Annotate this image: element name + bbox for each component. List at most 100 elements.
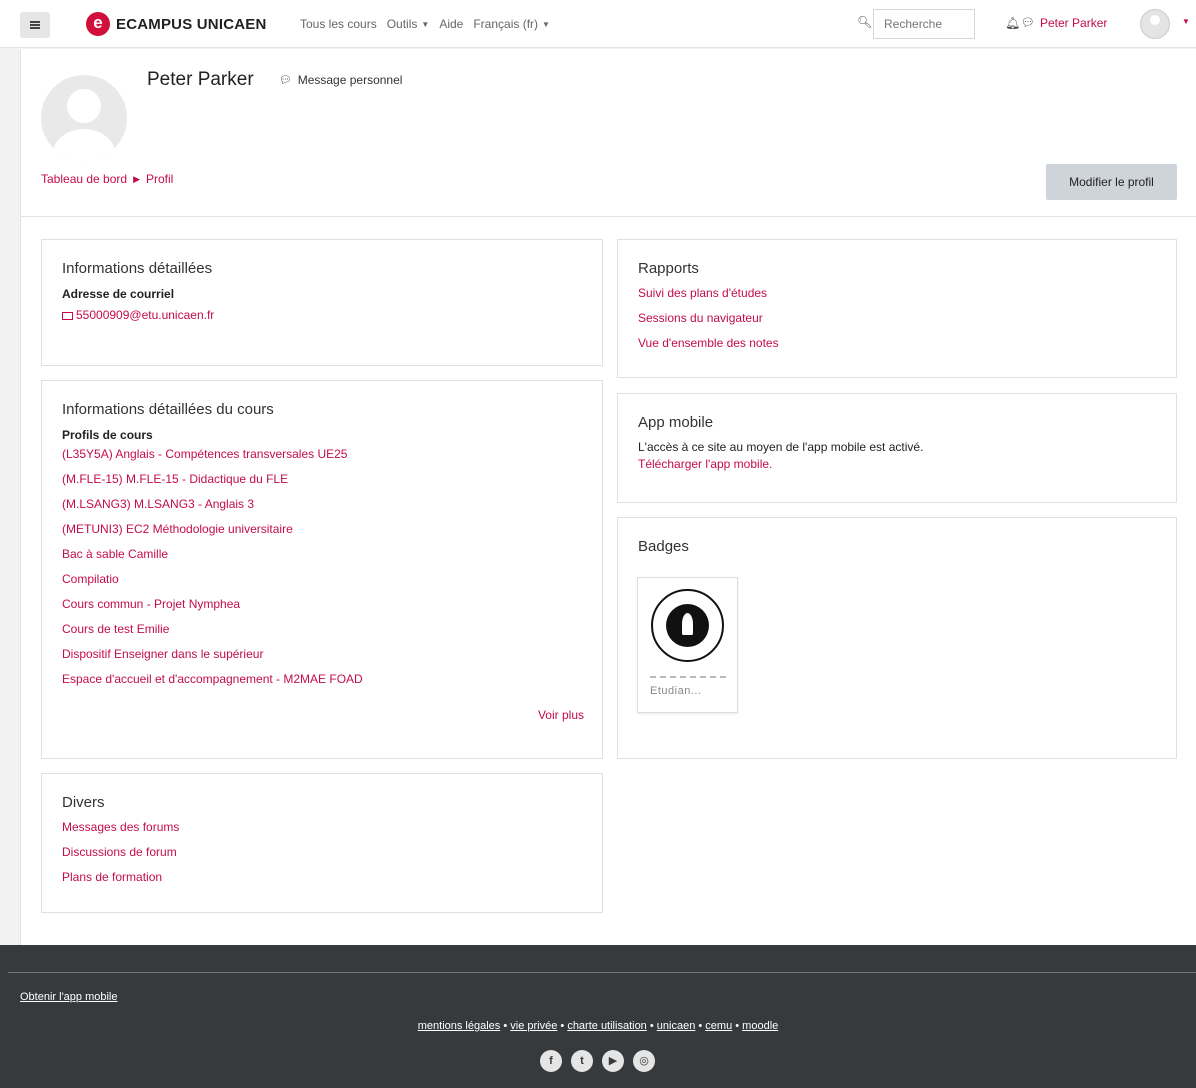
list-item: (M.LSANG3) M.LSANG3 - Anglais 3 <box>62 492 582 517</box>
personal-message-link[interactable]: 💬︎ Message personnel <box>279 73 402 87</box>
ecampus-logo-icon: e <box>86 12 110 36</box>
breadcrumb-profile[interactable]: Profil <box>146 172 173 186</box>
badges-card: Badges Etudian... <box>617 517 1177 759</box>
list-item: Bac à sable Camille <box>62 542 582 567</box>
privacy-link[interactable]: vie privée <box>510 1020 557 1032</box>
profile-name: Peter Parker <box>147 69 254 90</box>
reports-list: Suivi des plans d'études Sessions du nav… <box>638 281 1156 356</box>
reports-title: Rapports <box>638 260 699 277</box>
chat-bubble-icon: 💬︎ <box>279 74 292 86</box>
youtube-icon[interactable]: ▶ <box>602 1050 624 1072</box>
list-item: Vue d'ensemble des notes <box>638 331 1156 356</box>
course-details-title: Informations détaillées du cours <box>62 401 274 418</box>
hamburger-icon <box>30 24 40 26</box>
course-link[interactable]: Cours commun - Projet Nymphea <box>62 597 240 611</box>
course-details-card: Informations détaillées du cours Profils… <box>41 380 603 759</box>
study-plans-link[interactable]: Suivi des plans d'études <box>638 286 767 300</box>
mobile-app-card: App mobile L'accès à ce site au moyen de… <box>617 393 1177 503</box>
reports-card: Rapports Suivi des plans d'études Sessio… <box>617 239 1177 378</box>
user-avatar[interactable] <box>1140 9 1170 39</box>
list-item: Messages des forums <box>62 815 582 840</box>
list-item: Cours de test Emilie <box>62 617 582 642</box>
course-profiles-label: Profils de cours <box>62 428 153 442</box>
edit-profile-button[interactable]: Modifier le profil <box>1046 164 1177 200</box>
rocket-badge-icon <box>651 589 724 662</box>
user-menu-name[interactable]: Peter Parker <box>1040 16 1107 30</box>
chat-bubble-icon[interactable]: 💬︎ <box>1021 16 1035 29</box>
twitter-icon[interactable]: t <box>571 1050 593 1072</box>
grades-overview-link[interactable]: Vue d'ensemble des notes <box>638 336 779 350</box>
moodle-link[interactable]: moodle <box>742 1020 778 1032</box>
footer-links: mentions légales • vie privée • charte u… <box>417 1020 779 1032</box>
details-card: Informations détaillées Adresse de courr… <box>41 239 603 366</box>
list-item: Compilatio <box>62 567 582 592</box>
profile-avatar <box>41 75 127 161</box>
misc-list: Messages des forums Discussions de forum… <box>62 815 582 890</box>
course-link[interactable]: Espace d'accueil et d'accompagnement - M… <box>62 672 363 686</box>
breadcrumb: Tableau de bord ▶ Profil <box>41 172 173 186</box>
details-title: Informations détaillées <box>62 260 213 277</box>
facebook-icon[interactable]: f <box>540 1050 562 1072</box>
list-item: (METUNI3) EC2 Méthodologie universitaire <box>62 517 582 542</box>
browser-sessions-link[interactable]: Sessions du navigateur <box>638 311 763 325</box>
badge-caption: Etudian... <box>650 685 702 697</box>
nav-item-all-courses[interactable]: Tous les cours <box>300 17 377 31</box>
search-icon[interactable]: 🔍︎ <box>857 15 872 29</box>
list-item: Suivi des plans d'études <box>638 281 1156 306</box>
nav-menu: Tous les cours Outils ▼ Aide Français (fr… <box>300 17 550 31</box>
course-link[interactable]: Compilatio <box>62 572 119 586</box>
breadcrumb-arrow-icon: ▶ <box>133 173 140 184</box>
list-item: Sessions du navigateur <box>638 306 1156 331</box>
learning-plans-link[interactable]: Plans de formation <box>62 870 162 884</box>
unicaen-link[interactable]: unicaen <box>657 1020 696 1032</box>
badge-item[interactable]: Etudian... <box>637 577 738 713</box>
nav-item-help[interactable]: Aide <box>439 17 463 31</box>
see-more-link[interactable]: Voir plus <box>538 708 584 722</box>
footer: Obtenir l'app mobile mentions légales • … <box>0 945 1196 1088</box>
nav-item-tools[interactable]: Outils ▼ <box>387 17 430 31</box>
bell-icon[interactable]: 🔔︎ <box>1005 16 1020 30</box>
legal-notice-link[interactable]: mentions légales <box>418 1020 501 1032</box>
profile-header: Peter Parker 💬︎ Message personnel Tablea… <box>21 49 1196 217</box>
mobile-app-title: App mobile <box>638 414 714 431</box>
email-label: Adresse de courriel <box>62 287 175 301</box>
course-link[interactable]: Cours de test Emilie <box>62 622 169 636</box>
cemu-link[interactable]: cemu <box>705 1020 732 1032</box>
badges-title: Badges <box>638 538 689 555</box>
misc-card: Divers Messages des forums Discussions d… <box>41 773 603 913</box>
caret-down-icon: ▼ <box>542 20 550 30</box>
mobile-app-text: L'accès à ce site au moyen de l'app mobi… <box>638 440 924 454</box>
caret-down-icon[interactable]: ▼ <box>1182 17 1190 26</box>
list-item: Cours commun - Projet Nymphea <box>62 592 582 617</box>
email-link[interactable]: 55000909@etu.unicaen.fr <box>62 308 214 322</box>
course-link[interactable]: (M.LSANG3) M.LSANG3 - Anglais 3 <box>62 497 254 511</box>
breadcrumb-dashboard[interactable]: Tableau de bord <box>41 172 127 186</box>
instagram-icon[interactable]: ◎ <box>633 1050 655 1072</box>
get-mobile-app-link[interactable]: Obtenir l'app mobile <box>20 991 118 1003</box>
course-link[interactable]: (L35Y5A) Anglais - Compétences transvers… <box>62 447 347 461</box>
list-item: (M.FLE-15) M.FLE-15 - Didactique du FLE <box>62 467 582 492</box>
list-item: Dispositif Enseigner dans le supérieur <box>62 642 582 667</box>
list-item: Espace d'accueil et d'accompagnement - M… <box>62 667 582 692</box>
list-item: (L35Y5A) Anglais - Compétences transvers… <box>62 442 582 467</box>
list-item: Discussions de forum <box>62 840 582 865</box>
download-app-link[interactable]: Télécharger l'app mobile. <box>638 456 1156 473</box>
list-item: Plans de formation <box>62 865 582 890</box>
course-list: (L35Y5A) Anglais - Compétences transvers… <box>62 442 582 692</box>
caret-down-icon: ▼ <box>421 20 430 30</box>
brand-link[interactable]: e ECAMPUS UNICAEN <box>86 12 267 36</box>
forum-messages-link[interactable]: Messages des forums <box>62 820 179 834</box>
course-link[interactable]: (M.FLE-15) M.FLE-15 - Didactique du FLE <box>62 472 288 486</box>
course-link[interactable]: Dispositif Enseigner dans le supérieur <box>62 647 263 661</box>
course-link[interactable]: (METUNI3) EC2 Méthodologie universitaire <box>62 522 293 536</box>
misc-title: Divers <box>62 794 105 811</box>
forum-discussions-link[interactable]: Discussions de forum <box>62 845 177 859</box>
brand-name: ECAMPUS UNICAEN <box>116 15 267 33</box>
nav-item-language[interactable]: Français (fr) ▼ <box>473 17 550 31</box>
page-content: Peter Parker 💬︎ Message personnel Tablea… <box>20 49 1196 945</box>
hamburger-menu-button[interactable] <box>20 12 50 38</box>
usage-charter-link[interactable]: charte utilisation <box>567 1020 647 1032</box>
course-link[interactable]: Bac à sable Camille <box>62 547 168 561</box>
search-input[interactable] <box>873 9 975 39</box>
envelope-icon <box>62 312 73 320</box>
